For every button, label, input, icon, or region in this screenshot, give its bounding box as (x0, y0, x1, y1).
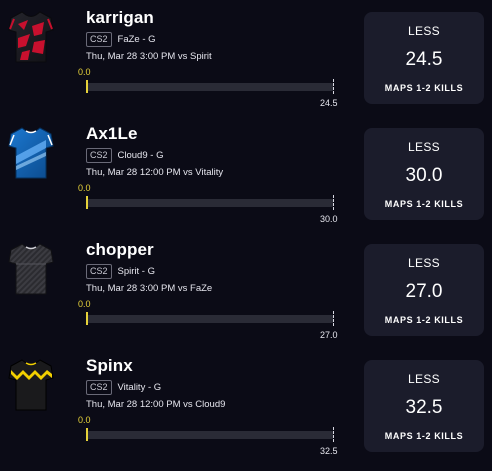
progress-track (87, 83, 333, 91)
match-schedule: Thu, Mar 28 3:00 PM vs Spirit (86, 51, 212, 62)
current-value: 0.0 (78, 299, 91, 309)
progress-start-marker (86, 428, 88, 441)
team-position: FaZe - G (117, 33, 156, 45)
pick-card: chopper CS2 Spirit - G Thu, Mar 28 3:00 … (0, 232, 492, 348)
line-value-label: 32.5 (320, 446, 338, 456)
pick-card: karrigan CS2 FaZe - G Thu, Mar 28 3:00 P… (0, 0, 492, 116)
pick-line: 27.0 (405, 281, 443, 302)
line-value-label: 27.0 (320, 330, 338, 340)
team-position: Vitality - G (117, 381, 162, 393)
pick-direction: LESS (408, 372, 440, 386)
current-value: 0.0 (78, 67, 91, 77)
stat-type: MAPS 1-2 KILLS (384, 199, 464, 209)
stat-type: MAPS 1-2 KILLS (384, 83, 464, 93)
team-position: Spirit - G (117, 265, 155, 277)
pick-direction: LESS (408, 256, 440, 270)
match-schedule: Thu, Mar 28 12:00 PM vs Vitality (86, 167, 224, 178)
stat-type: MAPS 1-2 KILLS (384, 431, 464, 441)
pick-list: karrigan CS2 FaZe - G Thu, Mar 28 3:00 P… (0, 0, 492, 471)
spirit-jersey-icon (8, 243, 54, 295)
match-meta: CS2 Spirit - G (86, 263, 155, 279)
pick-selection-box[interactable]: LESS 32.5 MAPS 1-2 KILLS (364, 360, 484, 452)
match-schedule: Thu, Mar 28 12:00 PM vs Cloud9 (86, 399, 226, 410)
progress-start-marker (86, 80, 88, 93)
pick-line: 30.0 (405, 165, 443, 186)
player-name: Ax1Le (86, 124, 138, 143)
pick-line: 24.5 (405, 49, 443, 70)
pick-selection-box[interactable]: LESS 30.0 MAPS 1-2 KILLS (364, 128, 484, 220)
game-badge: CS2 (86, 31, 112, 47)
match-meta: CS2 Vitality - G (86, 379, 161, 395)
progress-track (87, 431, 333, 439)
progress-start-marker (86, 312, 88, 325)
line-value-label: 30.0 (320, 214, 338, 224)
game-badge: CS2 (86, 263, 112, 279)
cloud9-jersey-icon (8, 127, 54, 179)
progress-start-marker (86, 196, 88, 209)
line-marker (333, 79, 334, 94)
player-name: karrigan (86, 8, 154, 27)
pick-selection-box[interactable]: LESS 27.0 MAPS 1-2 KILLS (364, 244, 484, 336)
match-meta: CS2 FaZe - G (86, 31, 156, 47)
pick-card: Spinx CS2 Vitality - G Thu, Mar 28 12:00… (0, 348, 492, 464)
player-name: chopper (86, 240, 154, 259)
stat-type: MAPS 1-2 KILLS (384, 315, 464, 325)
line-value-label: 24.5 (320, 98, 338, 108)
faze-jersey-icon (8, 11, 54, 63)
match-meta: CS2 Cloud9 - G (86, 147, 163, 163)
player-name: Spinx (86, 356, 133, 375)
pick-selection-box[interactable]: LESS 24.5 MAPS 1-2 KILLS (364, 12, 484, 104)
progress-track (87, 315, 333, 323)
pick-card: Ax1Le CS2 Cloud9 - G Thu, Mar 28 12:00 P… (0, 116, 492, 232)
match-schedule: Thu, Mar 28 3:00 PM vs FaZe (86, 283, 213, 294)
team-position: Cloud9 - G (117, 149, 164, 161)
line-marker (333, 195, 334, 210)
game-badge: CS2 (86, 379, 112, 395)
line-marker (333, 427, 334, 442)
progress-track (87, 199, 333, 207)
pick-line: 32.5 (405, 397, 443, 418)
current-value: 0.0 (78, 183, 91, 193)
game-badge: CS2 (86, 147, 112, 163)
pick-direction: LESS (408, 140, 440, 154)
current-value: 0.0 (78, 415, 91, 425)
line-marker (333, 311, 334, 326)
vitality-jersey-icon (8, 359, 54, 411)
pick-direction: LESS (408, 24, 440, 38)
